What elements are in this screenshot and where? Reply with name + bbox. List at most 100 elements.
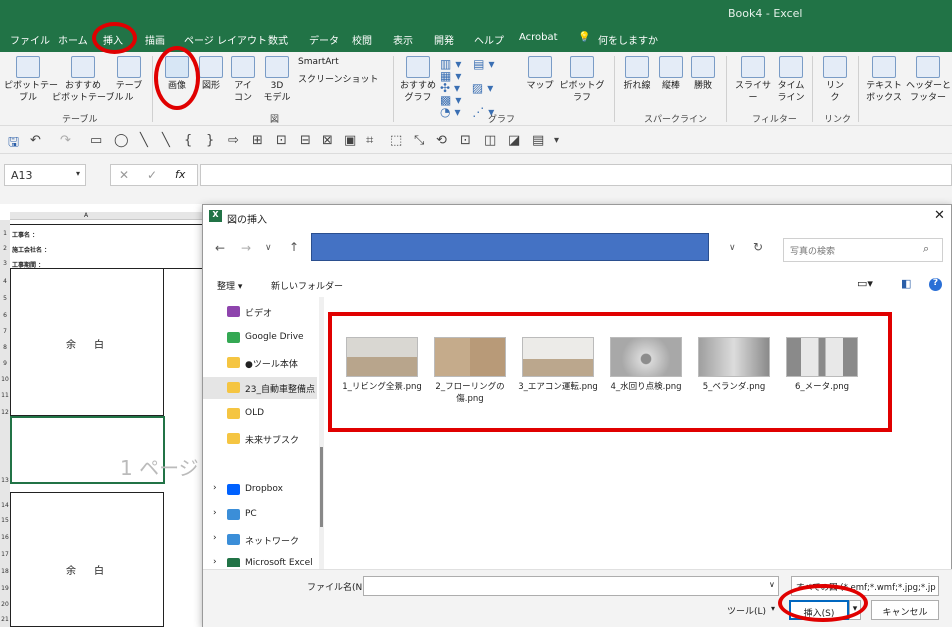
tab-home[interactable]: ホーム: [58, 32, 88, 47]
nav-item-car-maintenance[interactable]: 23_自動車整備点: [203, 377, 317, 399]
oval-shape-icon[interactable]: ◯: [114, 133, 129, 148]
textbox-button[interactable]: テキスト ボックス: [862, 56, 906, 104]
nav-item-video[interactable]: ビデオ: [203, 301, 317, 323]
tell-me-search[interactable]: 何をしますか: [598, 32, 658, 47]
select-objects-icon[interactable]: ⬚: [390, 133, 402, 148]
slicer-button[interactable]: スライサー: [732, 56, 774, 104]
row-number[interactable]: 17: [0, 551, 10, 558]
selection-pane-icon[interactable]: ▤: [532, 133, 544, 148]
address-dropdown-icon[interactable]: ∨: [729, 243, 736, 253]
insert-function-icon[interactable]: fx: [175, 168, 185, 181]
formula-input[interactable]: [200, 164, 952, 186]
pivot-table-button[interactable]: ピボットテー ブル: [4, 56, 58, 104]
line-shape-icon[interactable]: ╲: [140, 133, 148, 148]
sparkline-line-button[interactable]: 折れ線: [620, 56, 654, 92]
row-number[interactable]: 18: [0, 568, 10, 575]
filename-input[interactable]: [363, 576, 779, 596]
smartart-button[interactable]: SmartArt: [298, 56, 364, 68]
table-button[interactable]: テーブル: [112, 56, 146, 104]
worksheet[interactable]: A 1 2 3 4 5 6 7 8 9 10 11 12 13 14 15 16…: [0, 204, 205, 627]
row-number[interactable]: 5: [0, 295, 10, 302]
crop-icon[interactable]: ⌗: [366, 133, 373, 148]
row-number[interactable]: 20: [0, 601, 10, 608]
sparkline-winloss-button[interactable]: 勝敗: [688, 56, 718, 92]
bring-front-icon[interactable]: ◫: [484, 133, 496, 148]
cancel-button[interactable]: キャンセル: [871, 600, 939, 620]
tab-developer[interactable]: 開発: [434, 32, 454, 47]
rotate-icon[interactable]: ⟲: [436, 133, 447, 148]
nav-item-pc[interactable]: › PC: [203, 504, 317, 526]
row-number[interactable]: 11: [0, 392, 10, 399]
tab-review[interactable]: 校閲: [352, 32, 372, 47]
header-footer-button[interactable]: ヘッダーと フッター: [906, 56, 950, 104]
distribute-icon[interactable]: ⊡: [276, 133, 287, 148]
row-number[interactable]: 2: [0, 245, 10, 252]
row-number[interactable]: 9: [0, 360, 10, 367]
link-button[interactable]: リン ク: [818, 56, 852, 104]
row-number[interactable]: 8: [0, 344, 10, 351]
recommended-charts-button[interactable]: おすすめ グラフ: [398, 56, 438, 104]
ungroup-icon[interactable]: ⊠: [322, 133, 333, 148]
forward-icon[interactable]: →: [241, 241, 251, 255]
arrow-shape-icon[interactable]: ⇨: [228, 133, 239, 148]
tab-help[interactable]: ヘルプ: [474, 32, 504, 47]
undo-icon[interactable]: ↶: [30, 133, 41, 148]
resize-icon[interactable]: ⤡: [414, 133, 424, 148]
new-folder-button[interactable]: 新しいフォルダー: [271, 279, 343, 292]
row-number[interactable]: 7: [0, 328, 10, 335]
view-options-icon[interactable]: ▭▾: [857, 277, 873, 290]
brace-icon[interactable]: {: [184, 133, 192, 148]
column-a-header[interactable]: A: [84, 212, 88, 219]
nav-item-google-drive[interactable]: Google Drive: [203, 327, 317, 349]
chart-type-buttons[interactable]: ▥▾ ▤▾ ▦▾ ✣▾ ▨▾ ▩▾ ◔▾ ⋰▾: [440, 58, 520, 118]
close-icon[interactable]: ✕: [934, 208, 945, 223]
tab-view[interactable]: 表示: [393, 32, 413, 47]
recommended-pivot-button[interactable]: おすすめ ピボットテーブル: [52, 56, 123, 104]
rectangle-shape-icon[interactable]: ▭: [90, 133, 102, 148]
camera-icon[interactable]: ▣: [344, 133, 356, 148]
cancel-icon[interactable]: ✕: [119, 168, 129, 182]
organize-button[interactable]: 整理 ▾: [217, 279, 242, 292]
icons-button[interactable]: アイ コン: [228, 56, 258, 104]
fit-icon[interactable]: ⊡: [460, 133, 471, 148]
help-icon[interactable]: ?: [929, 278, 942, 291]
3d-model-button[interactable]: 3D モデル: [260, 56, 294, 104]
row-number[interactable]: 1: [0, 230, 10, 237]
row-number[interactable]: 15: [0, 517, 10, 524]
chevron-down-icon[interactable]: ∨: [769, 580, 775, 589]
enter-icon[interactable]: ✓: [147, 168, 157, 182]
tab-draw[interactable]: 描画: [145, 32, 165, 47]
tools-button[interactable]: ツール(L): [727, 604, 766, 617]
nav-item-tool[interactable]: ●ツール本体: [203, 352, 317, 374]
customize-qat-icon[interactable]: ▾: [554, 135, 559, 146]
refresh-icon[interactable]: ↻: [753, 240, 763, 254]
row-number[interactable]: 6: [0, 312, 10, 319]
row-number[interactable]: 3: [0, 260, 10, 267]
line-shape2-icon[interactable]: ╲: [162, 133, 170, 148]
row-number[interactable]: 21: [0, 616, 10, 623]
save-icon[interactable]: 🖫: [8, 133, 19, 155]
address-bar[interactable]: [311, 233, 709, 261]
map-button[interactable]: マップ: [526, 56, 554, 92]
brace-close-icon[interactable]: }: [206, 133, 214, 148]
send-back-icon[interactable]: ◪: [508, 133, 520, 148]
nav-item-microsoft-excel[interactable]: › Microsoft Excel: [203, 553, 317, 567]
nav-item-mirai-subsc[interactable]: 未来サブスク: [203, 428, 317, 450]
tab-file[interactable]: ファイル: [10, 32, 50, 47]
group-icon[interactable]: ⊟: [300, 133, 311, 148]
row-number[interactable]: 4: [0, 278, 10, 285]
nav-item-old[interactable]: OLD: [203, 403, 317, 425]
align-icon[interactable]: ⊞: [252, 133, 263, 148]
tab-formulas[interactable]: 数式: [268, 32, 288, 47]
sparkline-column-button[interactable]: 縦棒: [656, 56, 686, 92]
pivot-chart-button[interactable]: ピボットグラフ: [556, 56, 608, 104]
timeline-button[interactable]: タイム ライン: [776, 56, 806, 104]
row-number[interactable]: 19: [0, 585, 10, 592]
row-number[interactable]: 12: [0, 409, 10, 416]
tools-dropdown-icon[interactable]: ▾: [771, 604, 775, 613]
row-number[interactable]: 10: [0, 376, 10, 383]
recent-dropdown-icon[interactable]: ∨: [265, 243, 272, 253]
screenshot-button[interactable]: スクリーンショット: [298, 74, 390, 86]
back-icon[interactable]: ←: [215, 241, 225, 255]
row-number[interactable]: 16: [0, 534, 10, 541]
